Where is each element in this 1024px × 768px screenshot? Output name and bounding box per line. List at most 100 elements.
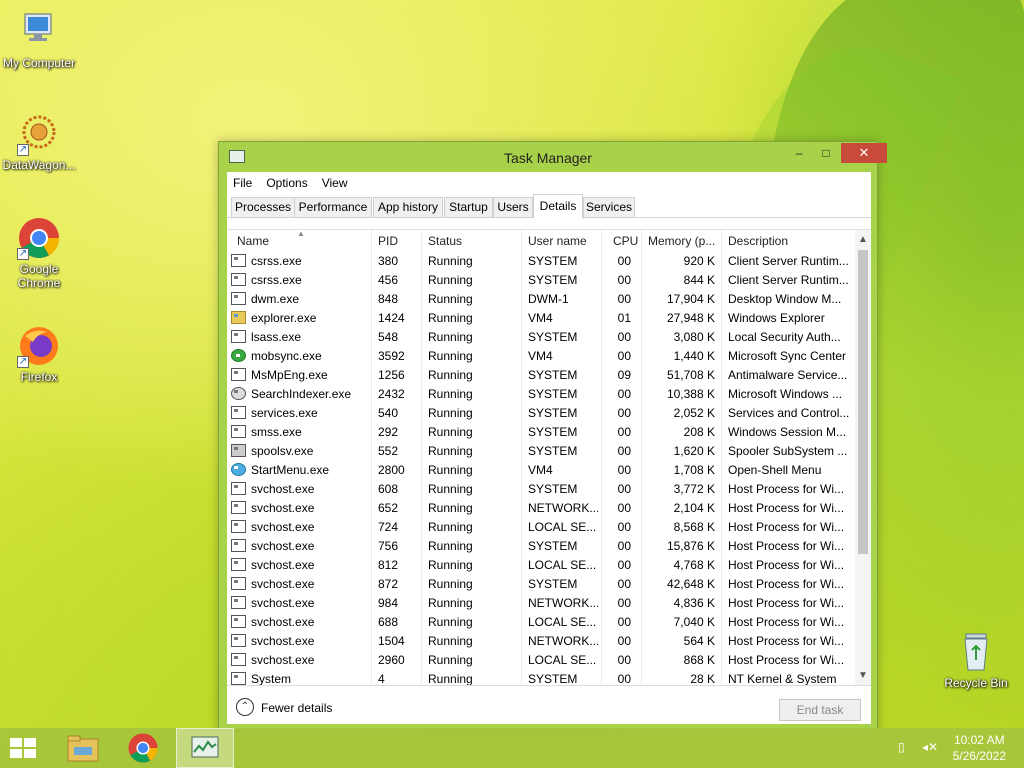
- scroll-up-icon[interactable]: ▲: [855, 232, 871, 248]
- menu-options[interactable]: Options: [266, 176, 307, 190]
- process-cpu: 00: [617, 444, 631, 458]
- start-button[interactable]: [0, 728, 58, 768]
- tab-processes[interactable]: Processes: [231, 197, 295, 218]
- process-user: NETWORK...: [528, 634, 598, 648]
- recycle-bin-icon: [954, 630, 998, 674]
- column-header-status[interactable]: Status: [428, 234, 462, 248]
- process-pid: 380: [378, 254, 399, 268]
- process-status: Running: [428, 425, 473, 439]
- tab-startup[interactable]: Startup: [444, 197, 493, 218]
- table-row[interactable]: dwm.exe 848 Running DWM-1 00 17,904 K Desktop …: [227, 290, 855, 309]
- taskbar-task-manager[interactable]: [176, 728, 234, 768]
- table-row[interactable]: StartMenu.exe 2800 Running VM4 00 1,708 K Open…: [227, 461, 855, 480]
- table-row[interactable]: spoolsv.exe 552 Running SYSTEM 00 1,620 K Spoo…: [227, 442, 855, 461]
- title-bar[interactable]: Task Manager – □ ✕: [219, 142, 887, 172]
- table-row[interactable]: services.exe 540 Running SYSTEM 00 2,052 K Ser…: [227, 404, 855, 423]
- process-description: Desktop Window M...: [728, 292, 842, 306]
- process-name: svchost.exe: [251, 615, 315, 629]
- process-description: Antimalware Service...: [728, 368, 848, 382]
- process-cpu: 00: [617, 653, 631, 667]
- process-user: SYSTEM: [528, 539, 578, 553]
- table-row[interactable]: SearchIndexer.exe 2432 Running SYSTEM 00 10,3…: [227, 385, 855, 404]
- end-task-button[interactable]: End task: [779, 699, 861, 721]
- column-header-description[interactable]: Description: [728, 234, 788, 248]
- tab-services[interactable]: Services: [583, 197, 635, 218]
- process-status: Running: [428, 615, 473, 629]
- scroll-thumb[interactable]: [858, 250, 868, 554]
- process-pid: 540: [378, 406, 399, 420]
- vertical-scrollbar[interactable]: ▲ ▼: [855, 230, 871, 685]
- process-status: Running: [428, 482, 473, 496]
- process-description: Host Process for Wi...: [728, 653, 845, 667]
- shortcut-arrow-icon: ↗: [17, 248, 29, 260]
- folder-process-icon: [231, 311, 246, 324]
- process-pid: 2800: [378, 463, 405, 477]
- table-row[interactable]: lsass.exe 548 Running SYSTEM 00 3,080 K Local …: [227, 328, 855, 347]
- menu-file[interactable]: File: [233, 176, 252, 190]
- process-memory: 868 K: [683, 653, 715, 667]
- table-row[interactable]: svchost.exe 872 Running SYSTEM 00 42,648 K Hos…: [227, 575, 855, 594]
- table-row[interactable]: System 4 Running SYSTEM 00 28 K NT Kernel & Sy…: [227, 670, 855, 685]
- table-row[interactable]: svchost.exe 984 Running NETWORK... 00 4,836 K…: [227, 594, 855, 613]
- minimize-button[interactable]: –: [785, 143, 813, 163]
- process-name: SearchIndexer.exe: [251, 387, 352, 401]
- table-row[interactable]: svchost.exe 756 Running SYSTEM 00 15,876 K Hos…: [227, 537, 855, 556]
- chevron-up-icon[interactable]: ⌃: [236, 698, 254, 716]
- fewer-details-link[interactable]: Fewer details: [261, 701, 332, 715]
- process-description: Host Process for Wi...: [728, 482, 845, 496]
- table-row[interactable]: csrss.exe 456 Running SYSTEM 00 844 K Client S…: [227, 271, 855, 290]
- desktop-icon-my-computer[interactable]: My Computer: [0, 10, 78, 70]
- process-memory: 564 K: [683, 634, 715, 648]
- process-cpu: 00: [617, 520, 631, 534]
- taskbar-chrome[interactable]: [114, 728, 172, 768]
- desktop-icon-recycle-bin[interactable]: Recycle Bin: [936, 630, 1016, 690]
- scroll-down-icon[interactable]: ▼: [855, 668, 871, 684]
- table-row[interactable]: svchost.exe 688 Running LOCAL SE... 00 7,040 …: [227, 613, 855, 632]
- table-row[interactable]: explorer.exe 1424 Running VM4 01 27,948 K Wind…: [227, 309, 855, 328]
- datawagon-icon: ↗: [17, 112, 61, 156]
- process-user: SYSTEM: [528, 330, 578, 344]
- table-row[interactable]: smss.exe 292 Running SYSTEM 00 208 K Windows S…: [227, 423, 855, 442]
- column-header-pid[interactable]: PID: [378, 234, 398, 248]
- tab-users[interactable]: Users: [493, 197, 533, 218]
- table-row[interactable]: csrss.exe 380 Running SYSTEM 00 920 K Client S…: [227, 252, 855, 271]
- table-row[interactable]: svchost.exe 652 Running NETWORK... 00 2,104 K…: [227, 499, 855, 518]
- process-memory: 27,948 K: [666, 311, 715, 325]
- system-clock[interactable]: 10:02 AM 5/26/2022: [953, 732, 1006, 764]
- window-process-icon: [231, 273, 246, 286]
- column-header-memory[interactable]: Memory (p...: [648, 234, 715, 248]
- table-row[interactable]: MsMpEng.exe 1256 Running SYSTEM 09 51,708 K An…: [227, 366, 855, 385]
- maximize-button[interactable]: □: [813, 143, 839, 163]
- process-status: Running: [428, 463, 473, 477]
- process-status: Running: [428, 406, 473, 420]
- process-cpu: 00: [617, 387, 631, 401]
- process-status: Running: [428, 273, 473, 287]
- table-row[interactable]: svchost.exe 608 Running SYSTEM 00 3,772 K Host…: [227, 480, 855, 499]
- column-header-name[interactable]: Name: [237, 234, 269, 248]
- table-row[interactable]: svchost.exe 1504 Running NETWORK... 00 564 K H…: [227, 632, 855, 651]
- menu-view[interactable]: View: [322, 176, 348, 190]
- process-status: Running: [428, 292, 473, 306]
- window-process-icon: [231, 292, 246, 305]
- desktop-icon-datawagon[interactable]: ↗ DataWagon...: [0, 112, 78, 172]
- desktop-icon-chrome[interactable]: ↗ Google Chrome: [0, 216, 78, 290]
- table-row[interactable]: svchost.exe 812 Running LOCAL SE... 00 4,768 …: [227, 556, 855, 575]
- table-row[interactable]: mobsync.exe 3592 Running VM4 00 1,440 K Micros…: [227, 347, 855, 366]
- column-header-user-name[interactable]: User name: [528, 234, 587, 248]
- network-icon[interactable]: ▯: [898, 740, 914, 754]
- process-status: Running: [428, 672, 473, 685]
- process-name: svchost.exe: [251, 558, 315, 572]
- volume-muted-icon[interactable]: ◂✕: [922, 740, 938, 754]
- tab-details[interactable]: Details: [533, 194, 583, 219]
- taskbar-file-explorer[interactable]: [54, 728, 112, 768]
- desktop-icon-firefox[interactable]: ↗ Firefox: [0, 324, 78, 384]
- table-row[interactable]: svchost.exe 724 Running LOCAL SE... 00 8,568 …: [227, 518, 855, 537]
- desktop-icon-label: Google Chrome: [17, 262, 61, 290]
- table-row[interactable]: svchost.exe 2960 Running LOCAL SE... 00 868 K…: [227, 651, 855, 670]
- close-button[interactable]: ✕: [841, 143, 887, 163]
- tab-app-history[interactable]: App history: [373, 197, 443, 218]
- column-header-cpu[interactable]: CPU: [613, 234, 638, 248]
- tab-performance[interactable]: Performance: [294, 197, 372, 218]
- process-pid: 4: [378, 672, 385, 685]
- process-user: SYSTEM: [528, 577, 578, 591]
